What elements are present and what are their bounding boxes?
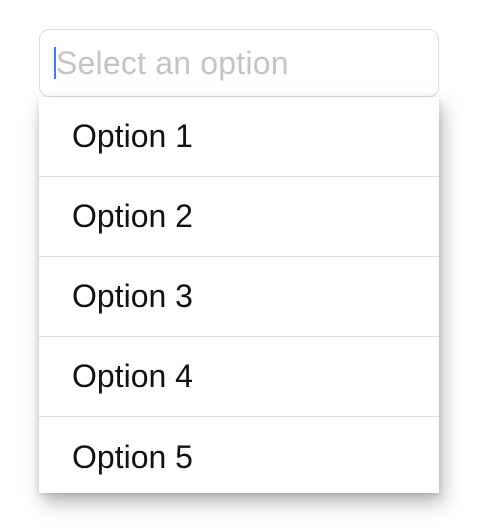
menu-option-5[interactable]: Option 5 — [39, 417, 439, 493]
menu-option-3[interactable]: Option 3 — [39, 257, 439, 337]
menu-option-1[interactable]: Option 1 — [39, 97, 439, 177]
select-placeholder: Select an option — [56, 45, 289, 81]
select-input[interactable]: Select an option — [39, 29, 439, 97]
menu-option-4[interactable]: Option 4 — [39, 337, 439, 417]
dropdown-demo: Select an option Option 1 Option 2 Optio… — [0, 0, 480, 528]
dropdown-menu: Option 1 Option 2 Option 3 Option 4 Opti… — [39, 97, 439, 493]
menu-option-2[interactable]: Option 2 — [39, 177, 439, 257]
